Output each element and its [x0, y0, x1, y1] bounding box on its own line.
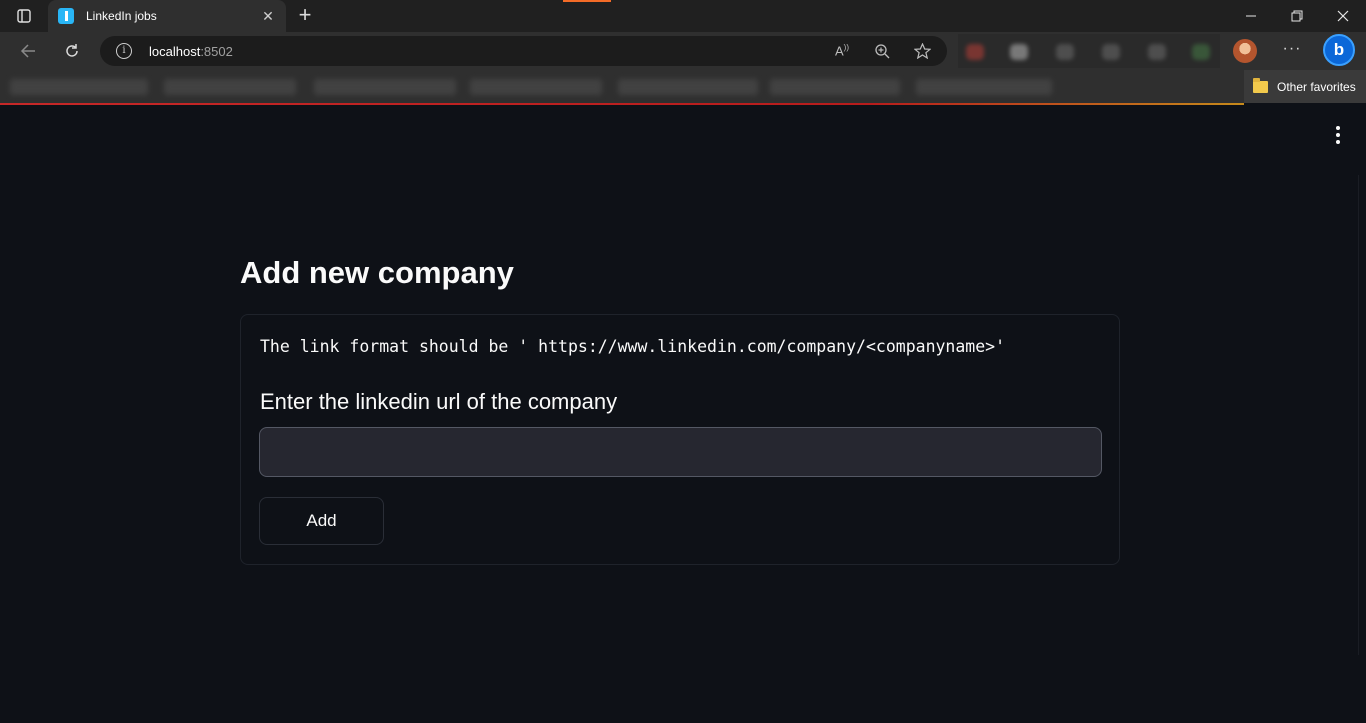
- browser-toolbar: i localhost:8502 A)) ··· b: [0, 32, 1366, 70]
- extension-icon[interactable]: [1102, 44, 1120, 60]
- link-format-hint: The link format should be ' https://www.…: [260, 337, 1006, 356]
- profile-avatar[interactable]: [1233, 39, 1257, 63]
- add-company-form: The link format should be ' https://www.…: [240, 314, 1120, 565]
- bing-copilot-icon[interactable]: b: [1323, 34, 1355, 66]
- main-menu-icon[interactable]: [1328, 125, 1348, 145]
- tab-linkedin-jobs[interactable]: LinkedIn jobs ✕: [48, 0, 286, 32]
- linkedin-url-input[interactable]: [259, 427, 1102, 477]
- extension-icon[interactable]: [1056, 44, 1074, 60]
- favorite-item[interactable]: [164, 79, 296, 95]
- folder-icon: [1253, 77, 1268, 93]
- address-bar[interactable]: i localhost:8502 A)): [100, 36, 947, 66]
- linkedin-url-label: Enter the linkedin url of the company: [260, 389, 618, 414]
- browser-tab-strip: LinkedIn jobs ✕ +: [0, 0, 1366, 32]
- favorite-item[interactable]: [770, 79, 900, 95]
- app-main: Add new company The link format should b…: [0, 105, 1366, 723]
- read-aloud-icon[interactable]: A)): [832, 43, 852, 59]
- more-options-icon[interactable]: ···: [1279, 38, 1305, 62]
- favorites-bar: Other favorites: [0, 70, 1366, 103]
- restore-icon[interactable]: [1274, 0, 1320, 32]
- other-favorites-folder[interactable]: Other favorites: [1244, 70, 1366, 103]
- tab-actions-icon[interactable]: [10, 6, 38, 26]
- other-favorites-label: Other favorites: [1277, 79, 1356, 94]
- zoom-icon[interactable]: [872, 43, 892, 59]
- back-icon[interactable]: [14, 39, 42, 63]
- tab-close-icon[interactable]: ✕: [260, 8, 276, 25]
- extension-icon[interactable]: [1192, 44, 1210, 60]
- add-button[interactable]: Add: [259, 497, 384, 545]
- new-tab-button[interactable]: +: [292, 4, 318, 28]
- streamlit-favicon-icon: [58, 8, 74, 24]
- favorite-star-icon[interactable]: [912, 42, 932, 60]
- extension-icon[interactable]: [966, 44, 984, 60]
- extensions-area: [958, 34, 1220, 68]
- favorite-item[interactable]: [470, 79, 602, 95]
- url-host: localhost: [149, 43, 201, 59]
- tab-title: LinkedIn jobs: [86, 9, 157, 23]
- minimize-icon[interactable]: [1228, 0, 1274, 32]
- site-info-icon[interactable]: i: [116, 43, 132, 59]
- favorite-item[interactable]: [314, 79, 456, 95]
- scrollbar-track[interactable]: [1358, 175, 1366, 655]
- url-port: :8502: [200, 43, 233, 59]
- favorite-item[interactable]: [10, 79, 148, 95]
- page-title: Add new company: [240, 255, 514, 290]
- tab-accent-indicator: [563, 0, 611, 2]
- extension-icon[interactable]: [1010, 44, 1028, 60]
- close-window-icon[interactable]: [1320, 0, 1366, 32]
- favorite-item[interactable]: [916, 79, 1052, 95]
- extension-icon[interactable]: [1148, 44, 1166, 60]
- favorite-item[interactable]: [618, 79, 758, 95]
- refresh-icon[interactable]: [58, 39, 86, 63]
